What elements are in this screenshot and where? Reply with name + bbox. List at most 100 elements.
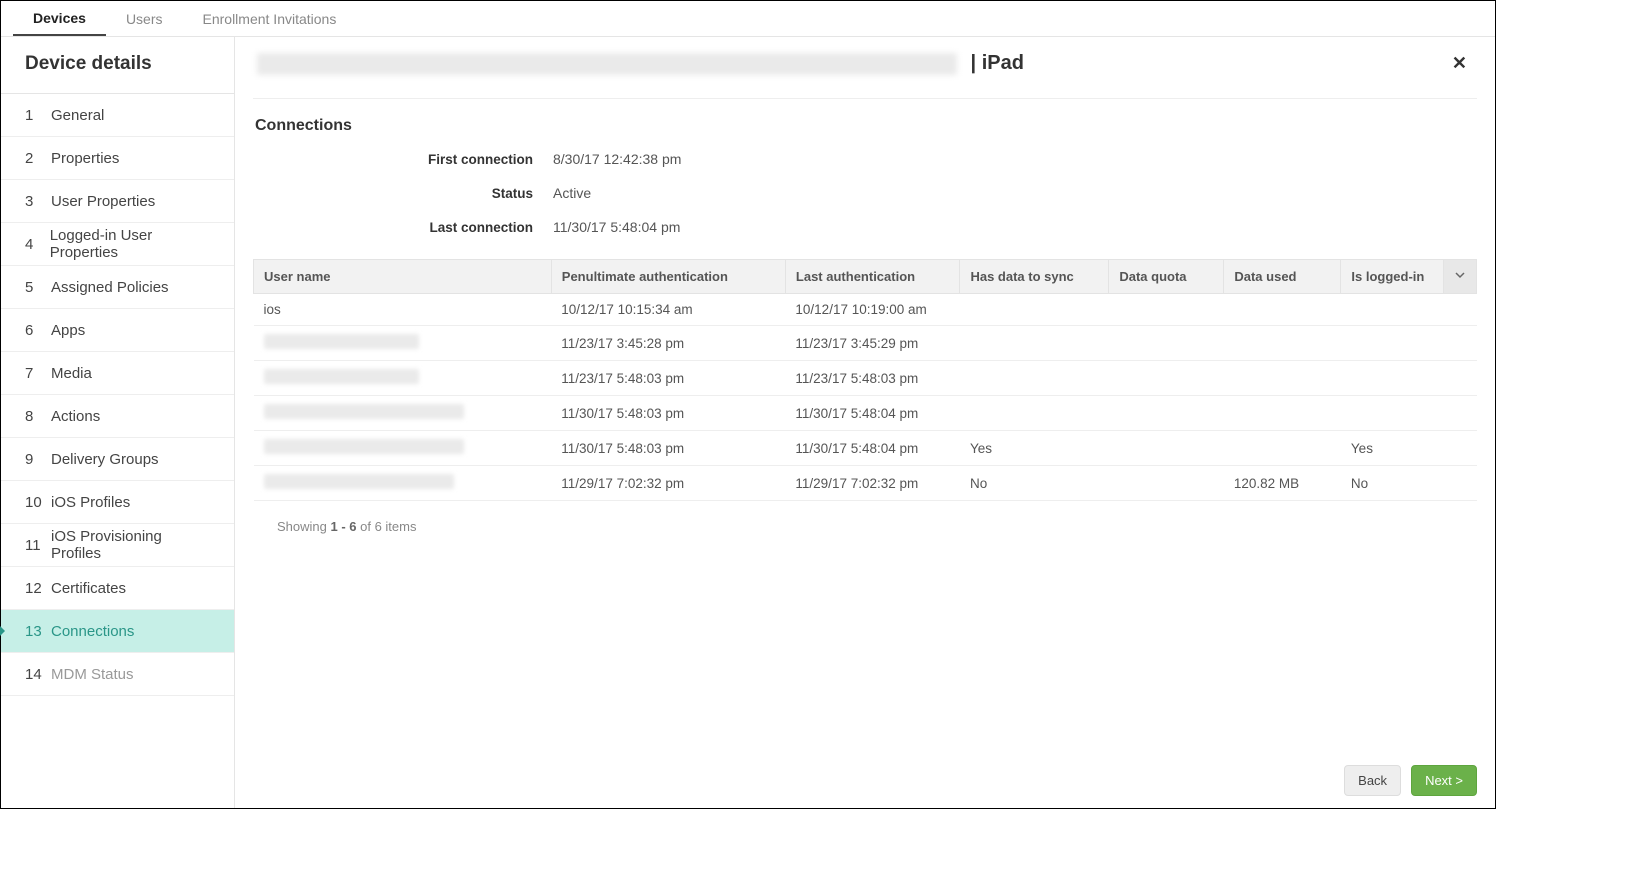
- sidebar-item-ios-profiles[interactable]: 10iOS Profiles: [1, 481, 234, 524]
- table-cell: [1444, 326, 1477, 361]
- table-cell: 10/12/17 10:19:00 am: [785, 294, 960, 326]
- connections-table: User namePenultimate authenticationLast …: [253, 259, 1477, 534]
- sidebar-item-label: iOS Provisioning Profiles: [51, 528, 216, 562]
- table-cell: [254, 466, 552, 501]
- kv-value: Active: [553, 185, 591, 201]
- sidebar-item-logged-in-user-properties[interactable]: 4Logged-in User Properties: [1, 223, 234, 266]
- pager-text: Showing 1 - 6 of 6 items: [253, 501, 1477, 534]
- redacted-username: [264, 474, 454, 489]
- kv-row: Last connection11/30/17 5:48:04 pm: [253, 219, 1477, 235]
- table-cell: [1224, 396, 1341, 431]
- column-header[interactable]: Data quota: [1109, 260, 1224, 294]
- table-cell: [1444, 396, 1477, 431]
- table-cell: No: [1341, 466, 1444, 501]
- table-row[interactable]: 11/29/17 7:02:32 pm11/29/17 7:02:32 pmNo…: [254, 466, 1477, 501]
- top-tabs: DevicesUsersEnrollment Invitations: [1, 1, 1495, 37]
- column-header[interactable]: Last authentication: [785, 260, 960, 294]
- sidebar-item-number: 4: [25, 236, 50, 253]
- table-row[interactable]: 11/23/17 3:45:28 pm11/23/17 3:45:29 pm: [254, 326, 1477, 361]
- sidebar-item-media[interactable]: 7Media: [1, 352, 234, 395]
- sidebar-title: Device details: [1, 37, 234, 94]
- table-cell: [1444, 294, 1477, 326]
- table-cell: 11/30/17 5:48:04 pm: [785, 396, 960, 431]
- table-row[interactable]: ios10/12/17 10:15:34 am10/12/17 10:19:00…: [254, 294, 1477, 326]
- table-cell: [1109, 294, 1224, 326]
- sidebar-item-number: 8: [25, 408, 51, 425]
- sidebar-item-label: Certificates: [51, 580, 126, 597]
- device-model-label: | iPad: [965, 52, 1024, 75]
- column-header[interactable]: Data used: [1224, 260, 1341, 294]
- top-tab-users[interactable]: Users: [106, 3, 183, 35]
- table-cell: [1444, 431, 1477, 466]
- top-tab-devices[interactable]: Devices: [13, 2, 106, 36]
- sidebar-item-label: General: [51, 107, 104, 124]
- table-cell: 11/29/17 7:02:32 pm: [785, 466, 960, 501]
- close-icon[interactable]: ✕: [1446, 49, 1473, 78]
- sidebar-item-delivery-groups[interactable]: 9Delivery Groups: [1, 438, 234, 481]
- table-cell: [1109, 466, 1224, 501]
- sidebar-item-label: Apps: [51, 322, 85, 339]
- sidebar-item-connections[interactable]: 13Connections: [1, 610, 234, 653]
- sidebar-item-label: Actions: [51, 408, 100, 425]
- table-cell: Yes: [960, 431, 1109, 466]
- redacted-device-id: [257, 53, 957, 75]
- table-cell: [254, 326, 552, 361]
- kv-label: First connection: [253, 152, 553, 167]
- footer-buttons: Back Next >: [1344, 765, 1477, 796]
- table-cell: Yes: [1341, 431, 1444, 466]
- table-cell: [1341, 294, 1444, 326]
- column-settings-dropdown[interactable]: [1444, 260, 1477, 294]
- table-cell: [1109, 361, 1224, 396]
- column-header[interactable]: User name: [254, 260, 552, 294]
- table-cell: 11/23/17 5:48:03 pm: [785, 361, 960, 396]
- table-row[interactable]: 11/30/17 5:48:03 pm11/30/17 5:48:04 pmYe…: [254, 431, 1477, 466]
- kv-value: 8/30/17 12:42:38 pm: [553, 151, 681, 167]
- column-header[interactable]: Is logged-in: [1341, 260, 1444, 294]
- next-button[interactable]: Next >: [1411, 765, 1477, 796]
- column-header[interactable]: Penultimate authentication: [551, 260, 785, 294]
- table-cell: [960, 361, 1109, 396]
- table-cell: 11/23/17 5:48:03 pm: [551, 361, 785, 396]
- sidebar-item-apps[interactable]: 6Apps: [1, 309, 234, 352]
- top-tab-enrollment-invitations[interactable]: Enrollment Invitations: [183, 3, 357, 35]
- table-cell: [1444, 361, 1477, 396]
- table-row[interactable]: 11/23/17 5:48:03 pm11/23/17 5:48:03 pm: [254, 361, 1477, 396]
- sidebar-item-ios-provisioning-profiles[interactable]: 11iOS Provisioning Profiles: [1, 524, 234, 567]
- table-cell: [1224, 294, 1341, 326]
- sidebar-item-number: 12: [25, 580, 51, 597]
- table-cell: [1109, 396, 1224, 431]
- table-cell: [254, 361, 552, 396]
- kv-row: First connection8/30/17 12:42:38 pm: [253, 151, 1477, 167]
- sidebar-item-mdm-status[interactable]: 14MDM Status: [1, 653, 234, 696]
- column-header[interactable]: Has data to sync: [960, 260, 1109, 294]
- table-cell: [1224, 361, 1341, 396]
- sidebar-item-user-properties[interactable]: 3User Properties: [1, 180, 234, 223]
- sidebar-item-label: Media: [51, 365, 92, 382]
- sidebar-item-number: 2: [25, 150, 51, 167]
- sidebar-item-label: Properties: [51, 150, 119, 167]
- table-cell: [1224, 326, 1341, 361]
- sidebar-item-number: 7: [25, 365, 51, 382]
- kv-value: 11/30/17 5:48:04 pm: [553, 219, 680, 235]
- redacted-username: [264, 369, 419, 384]
- table-cell: [1224, 431, 1341, 466]
- table-cell: [254, 431, 552, 466]
- back-button[interactable]: Back: [1344, 765, 1401, 796]
- sidebar-item-assigned-policies[interactable]: 5Assigned Policies: [1, 266, 234, 309]
- sidebar-item-number: 3: [25, 193, 51, 210]
- table-cell: [1444, 466, 1477, 501]
- sidebar: Device details 1General2Properties3User …: [1, 37, 235, 808]
- kv-label: Status: [253, 186, 553, 201]
- table-row[interactable]: 11/30/17 5:48:03 pm11/30/17 5:48:04 pm: [254, 396, 1477, 431]
- sidebar-item-label: iOS Profiles: [51, 494, 130, 511]
- section-title-connections: Connections: [255, 117, 1477, 135]
- sidebar-item-number: 14: [25, 666, 51, 683]
- sidebar-item-actions[interactable]: 8Actions: [1, 395, 234, 438]
- sidebar-item-general[interactable]: 1General: [1, 94, 234, 137]
- redacted-username: [264, 439, 464, 454]
- table-cell: [1109, 431, 1224, 466]
- sidebar-item-properties[interactable]: 2Properties: [1, 137, 234, 180]
- sidebar-item-label: User Properties: [51, 193, 155, 210]
- sidebar-item-certificates[interactable]: 12Certificates: [1, 567, 234, 610]
- table-cell: [960, 294, 1109, 326]
